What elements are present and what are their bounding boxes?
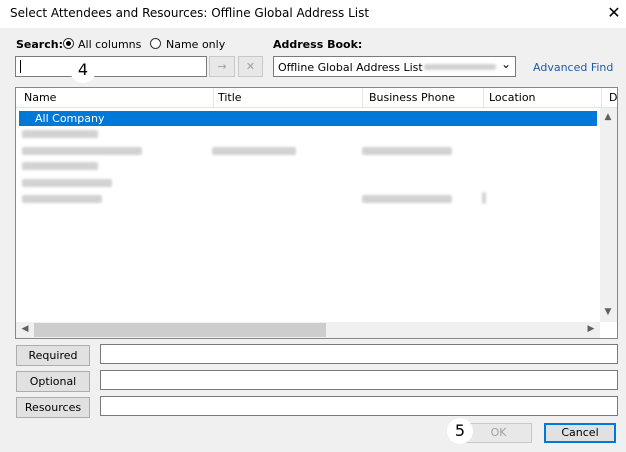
chevron-down-icon: ⌄ [501,57,512,71]
list-item-selected[interactable]: All Company [19,111,597,126]
column-divider[interactable] [601,88,602,107]
address-book-value: Offline Global Address List - [278,61,431,74]
radio-name-only[interactable] [150,38,161,49]
annotation-badge-4: 4 [70,57,96,83]
scroll-down-icon[interactable]: ▼ [601,307,615,317]
arrow-right-icon: → [217,60,227,73]
title-bar: Select Attendees and Resources: Offline … [0,0,626,28]
list-header: Name Title Business Phone Location D [16,88,617,108]
column-divider[interactable] [362,88,363,107]
go-button[interactable]: → [209,56,235,77]
scrollbar-thumb[interactable] [34,323,326,337]
radio-all-columns[interactable] [63,38,74,49]
address-book-dropdown[interactable]: Offline Global Address List - ⌄ [273,56,516,77]
redacted-row[interactable] [22,130,98,138]
text-cursor [20,60,21,73]
search-label: Search: [16,38,63,51]
advanced-find-link[interactable]: Advanced Find [533,61,613,74]
column-name[interactable]: Name [24,91,56,104]
window-title: Select Attendees and Resources: Offline … [10,6,370,20]
vertical-scrollbar[interactable]: ▲ ▼ [600,108,617,322]
redacted-cell [482,192,486,204]
redacted-cell [362,195,452,203]
redacted-cell [362,147,452,155]
required-button-label: Required [28,349,78,362]
optional-button-label: Optional [29,375,77,388]
required-button[interactable]: Required [16,345,90,366]
redacted-cell [212,147,296,155]
column-title[interactable]: Title [218,91,242,104]
horizontal-scrollbar[interactable]: ◀ ▶ [16,322,600,338]
column-divider[interactable] [213,88,214,107]
ok-button[interactable]: OK [465,423,532,443]
annotation-badge-5: 5 [447,418,473,444]
optional-button[interactable]: Optional [16,371,90,392]
column-divider[interactable] [483,88,484,107]
redacted-row[interactable] [22,162,98,170]
required-field[interactable] [100,344,618,364]
scroll-left-icon[interactable]: ◀ [18,324,32,334]
redacted-row[interactable] [22,195,102,203]
column-d[interactable]: D [609,91,617,104]
list-item-label: All Company [35,112,105,125]
redacted-row[interactable] [22,147,142,155]
clear-icon: ✕ [245,60,256,73]
search-input[interactable] [15,56,207,77]
scroll-right-icon[interactable]: ▶ [584,324,598,334]
redacted-text [424,64,496,70]
resources-button-label: Resources [24,401,82,414]
cancel-button-label: Cancel [561,426,599,439]
resources-field[interactable] [100,396,618,416]
cancel-button[interactable]: Cancel [544,423,616,443]
radio-all-columns-label[interactable]: All columns [78,38,141,51]
redacted-row[interactable] [22,179,112,187]
clear-search-button[interactable]: ✕ [238,56,263,77]
radio-name-only-label[interactable]: Name only [166,38,225,51]
resources-button[interactable]: Resources [16,397,90,418]
column-business-phone[interactable]: Business Phone [369,91,455,104]
column-location[interactable]: Location [489,91,536,104]
optional-field[interactable] [100,370,618,390]
address-list[interactable]: Name Title Business Phone Location D All… [15,87,618,339]
scroll-up-icon[interactable]: ▲ [601,112,615,122]
address-book-label: Address Book: [273,38,363,51]
close-icon[interactable]: ✕ [604,3,624,23]
ok-button-label: OK [490,426,507,439]
